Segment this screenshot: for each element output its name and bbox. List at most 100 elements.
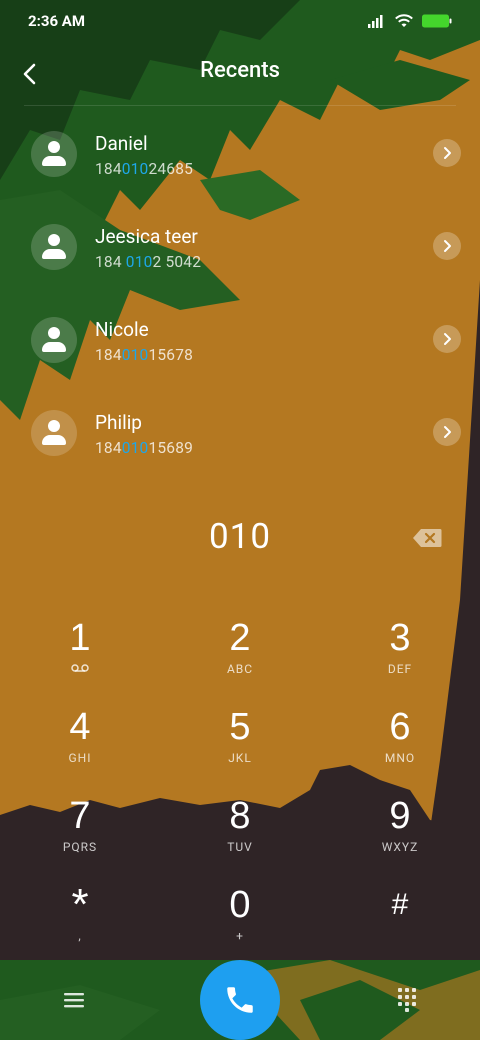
number-suffix: 15689 — [148, 439, 194, 457]
header: Recents — [0, 52, 480, 96]
key-digit: * — [71, 880, 89, 929]
phone-icon — [227, 987, 253, 1013]
person-icon-body — [42, 156, 66, 166]
key-digit: # — [391, 888, 409, 921]
number-match: 010 — [121, 160, 149, 178]
dialpad-toggle-button[interactable] — [392, 984, 422, 1014]
voicemail-icon — [20, 662, 140, 676]
contact-name: Jeesica teer — [95, 225, 198, 248]
key-2[interactable]: 2 ABC — [180, 616, 300, 702]
contact-name: Daniel — [95, 132, 148, 155]
key-letters: GHI — [68, 751, 92, 765]
key-4[interactable]: 4 GHI — [20, 705, 140, 791]
key-digit: 8 — [229, 795, 251, 837]
key-letters: TUV — [227, 840, 253, 854]
key-letters — [340, 929, 460, 943]
backspace-icon — [413, 529, 442, 547]
status-bar: 2:36 AM — [0, 0, 480, 44]
number-prefix: 184 — [95, 346, 122, 364]
key-digit: 1 — [69, 617, 91, 659]
key-star[interactable]: * , — [20, 883, 140, 969]
contact-detail-button[interactable] — [433, 232, 461, 260]
person-icon — [48, 141, 60, 153]
number-prefix: 184 — [95, 253, 126, 271]
avatar — [31, 410, 77, 456]
key-6[interactable]: 6 MNO — [340, 705, 460, 791]
chevron-right-icon — [444, 333, 451, 345]
number-match: 010 — [121, 439, 149, 457]
key-1[interactable]: 1 — [20, 616, 140, 702]
key-5[interactable]: 5 JKL — [180, 705, 300, 791]
key-letters: MNO — [384, 751, 416, 765]
number-suffix: 15678 — [148, 346, 194, 364]
backspace-button[interactable] — [412, 528, 442, 548]
avatar — [31, 131, 77, 177]
key-letters: PQRS — [62, 840, 98, 854]
page-title: Recents — [200, 58, 280, 83]
header-divider — [24, 105, 456, 106]
signal-icon — [368, 14, 383, 28]
key-digit: 4 — [69, 706, 91, 748]
contact-row-philip[interactable]: Philip 18401015689 — [0, 387, 480, 480]
contact-detail-button[interactable] — [433, 418, 461, 446]
key-letters: WXYZ — [381, 840, 419, 854]
chevron-right-icon — [444, 426, 451, 438]
status-time: 2:36 AM — [28, 12, 85, 30]
contact-number: 18401024685 — [95, 160, 193, 178]
bottom-bar — [0, 960, 480, 1040]
contact-number: 18401015678 — [95, 346, 193, 364]
number-prefix: 184 — [95, 160, 122, 178]
menu-icon — [64, 993, 84, 1008]
chevron-right-icon — [444, 240, 451, 252]
contact-name: Nicole — [95, 318, 149, 341]
contact-row-daniel[interactable]: Daniel 18401024685 — [0, 108, 480, 201]
status-icons — [368, 13, 452, 28]
key-hash[interactable]: # — [340, 883, 460, 969]
person-icon — [48, 234, 60, 246]
chevron-right-icon — [444, 147, 451, 159]
number-prefix: 184 — [95, 439, 122, 457]
person-icon-body — [42, 435, 66, 445]
key-8[interactable]: 8 TUV — [180, 794, 300, 880]
key-7[interactable]: 7 PQRS — [20, 794, 140, 880]
key-letters: + — [236, 929, 244, 943]
key-digit: 6 — [389, 706, 411, 748]
key-letters: JKL — [228, 751, 252, 765]
dialed-number-display: 010 — [208, 516, 271, 557]
battery-icon — [422, 14, 452, 27]
contact-name: Philip — [95, 411, 142, 434]
key-digit: 5 — [229, 706, 251, 748]
contact-number: 184 0102 5042 — [95, 253, 201, 271]
menu-button[interactable] — [60, 986, 88, 1014]
avatar — [31, 224, 77, 270]
number-suffix: 2 5042 — [152, 253, 202, 271]
avatar — [31, 317, 77, 363]
key-digit: 3 — [389, 617, 411, 659]
key-digit: 2 — [229, 617, 251, 659]
key-digit: 0 — [229, 884, 251, 926]
number-match: 010 — [121, 346, 149, 364]
call-button[interactable] — [200, 960, 280, 1040]
contact-detail-button[interactable] — [433, 139, 461, 167]
key-letters: ABC — [226, 662, 254, 676]
key-9[interactable]: 9 WXYZ — [340, 794, 460, 880]
dialpad-icon — [398, 988, 416, 1012]
key-letters: DEF — [387, 662, 413, 676]
contact-row-nicole[interactable]: Nicole 18401015678 — [0, 294, 480, 387]
contact-row-jeesica-teer[interactable]: Jeesica teer 184 0102 5042 — [0, 201, 480, 294]
recents-list: Daniel 18401024685 Jeesica teer 184 0102… — [0, 108, 480, 480]
key-3[interactable]: 3 DEF — [340, 616, 460, 702]
contact-number: 18401015689 — [95, 439, 193, 457]
wifi-icon — [395, 14, 413, 27]
key-digit: 7 — [69, 795, 91, 837]
person-icon — [48, 327, 60, 339]
contact-detail-button[interactable] — [433, 325, 461, 353]
key-letters: , — [78, 929, 82, 943]
number-suffix: 24685 — [148, 160, 194, 178]
person-icon — [48, 420, 60, 432]
person-icon-body — [42, 342, 66, 352]
person-icon-body — [42, 249, 66, 259]
key-0[interactable]: 0 + — [180, 883, 300, 969]
number-match: 010 — [125, 253, 153, 271]
key-digit: 9 — [389, 795, 411, 837]
